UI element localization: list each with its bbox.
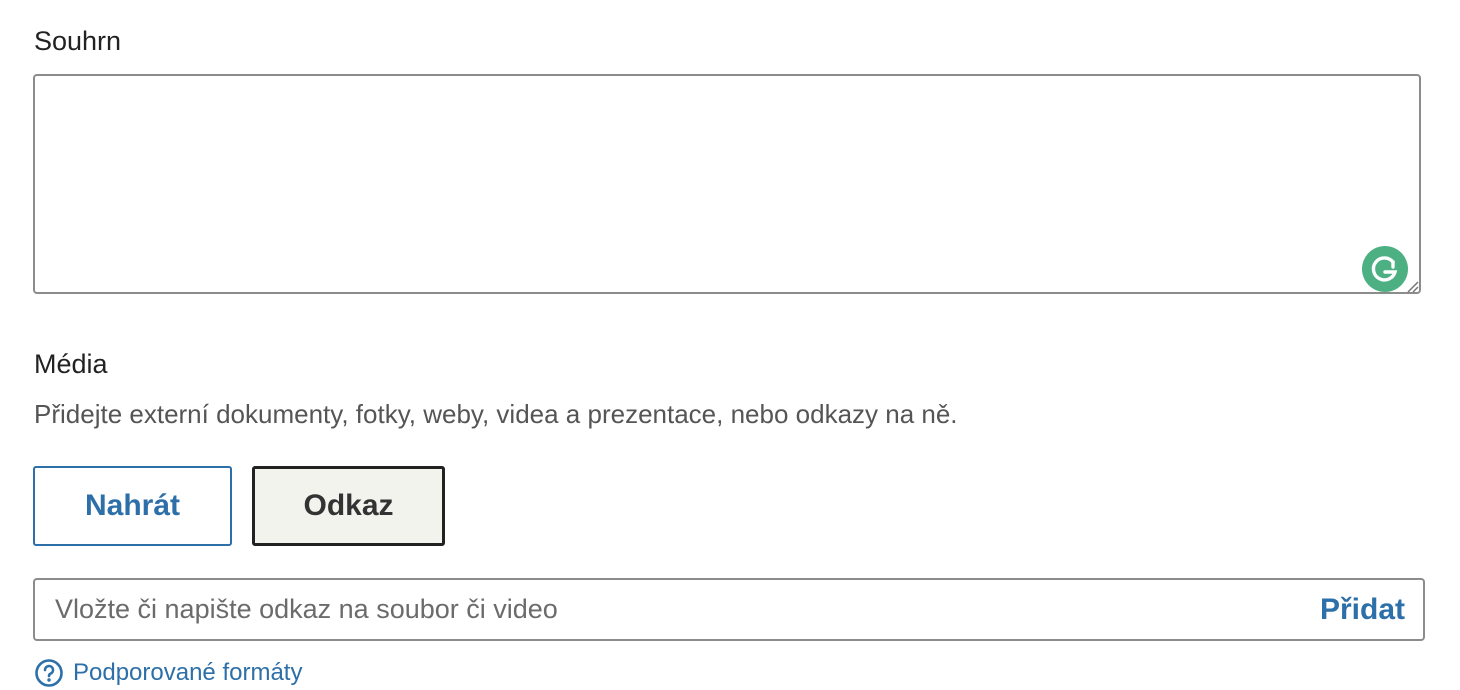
resize-handle-icon[interactable] [1404,278,1420,294]
supported-formats-link[interactable]: Podporované formáty [34,658,302,688]
summary-label: Souhrn [34,26,122,56]
link-input-container: Přidat [33,578,1425,641]
question-circle-icon [35,659,63,687]
media-label: Média [34,349,108,379]
link-button[interactable]: Odkaz [252,466,445,546]
upload-button[interactable]: Nahrát [33,466,232,546]
supported-formats-label: Podporované formáty [73,659,303,686]
grammarly-icon[interactable] [1362,246,1408,292]
media-description: Přidejte externí dokumenty, fotky, weby,… [34,399,958,429]
add-button[interactable]: Přidat [1320,593,1405,627]
page: Souhrn Média Přidejte externí dokumenty,… [0,0,1460,690]
link-input[interactable] [55,580,1305,639]
summary-textarea[interactable] [33,74,1421,294]
